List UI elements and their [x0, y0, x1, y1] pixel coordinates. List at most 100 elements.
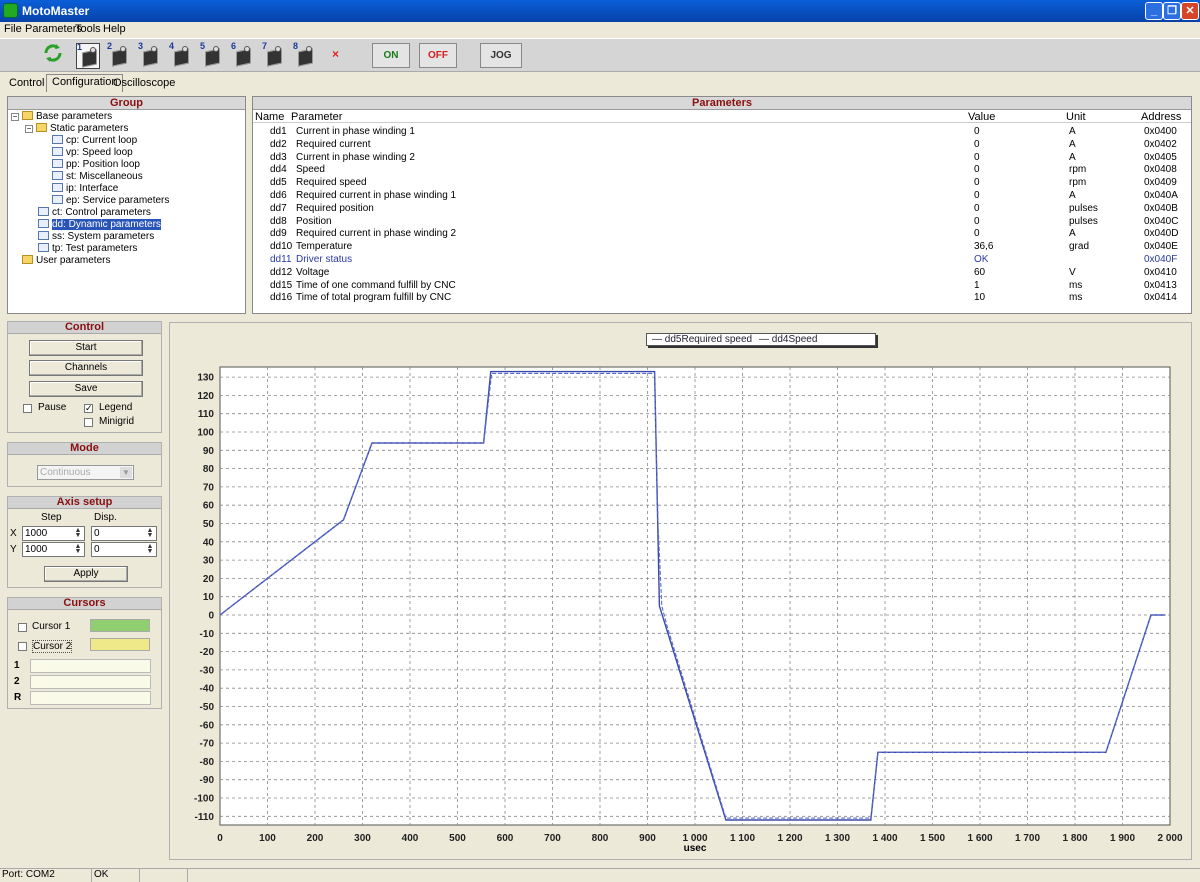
- cell-address: 0x040B: [1144, 202, 1178, 214]
- step-label: Step: [41, 512, 62, 523]
- col-address[interactable]: Address: [1141, 111, 1191, 123]
- title-bar: MotoMaster _ ❐ ✕: [0, 0, 1200, 22]
- y-step-input[interactable]: 1000 ▲ ▼: [22, 542, 85, 557]
- motor-7-button[interactable]: 7: [262, 41, 286, 69]
- pause-checkbox[interactable]: [23, 404, 32, 413]
- table-row[interactable]: dd6 Required current in phase winding 1 0 A…: [253, 190, 1191, 203]
- off-button[interactable]: OFF: [419, 43, 457, 68]
- col-name[interactable]: Name: [255, 111, 291, 123]
- close-button[interactable]: ✕: [1181, 2, 1199, 20]
- legend-checkbox[interactable]: ✓: [84, 404, 93, 413]
- cell-name: dd11: [270, 254, 292, 265]
- tree-item-user[interactable]: User parameters: [22, 255, 110, 267]
- tab-oscilloscope[interactable]: Oscilloscope: [108, 76, 180, 92]
- tree-item-ep[interactable]: ep: Service parameters: [52, 195, 169, 207]
- cursor-row-r-label: R: [14, 692, 22, 703]
- cell-value: 0: [974, 126, 980, 137]
- apply-button[interactable]: Apply: [44, 566, 128, 582]
- parameters-panel: Parameters Name Parameter Value Unit Add…: [252, 96, 1192, 314]
- menu-bar: File Parameters Tools Help: [0, 22, 1200, 38]
- table-row[interactable]: dd5 Required speed 0 rpm 0x0409: [253, 177, 1191, 190]
- spin-icon[interactable]: ▲ ▼: [73, 543, 83, 555]
- table-row[interactable]: dd8 Position 0 pulses 0x040C: [253, 216, 1191, 229]
- table-row[interactable]: dd11 Driver status OK 0x040F: [253, 254, 1191, 267]
- collapse-icon[interactable]: −: [25, 125, 33, 133]
- spin-icon[interactable]: ▲ ▼: [73, 527, 83, 539]
- y-disp-input[interactable]: 0 ▲ ▼: [91, 542, 157, 557]
- table-row[interactable]: dd15 Time of one command fulfill by CNC 1 m…: [253, 280, 1191, 293]
- table-row[interactable]: dd7 Required position 0 pulses 0x040B: [253, 203, 1191, 216]
- tree-item-vp[interactable]: vp: Speed loop: [52, 147, 133, 159]
- motor-2-button[interactable]: 2: [107, 41, 131, 69]
- maximize-button[interactable]: ❐: [1163, 2, 1181, 20]
- cell-unit: A: [1069, 228, 1076, 240]
- tree-item-ct[interactable]: ct: Control parameters: [38, 207, 151, 219]
- table-row[interactable]: dd4 Speed 0 rpm 0x0408: [253, 164, 1191, 177]
- cell-value: 60: [974, 266, 986, 278]
- tree-item-ss[interactable]: ss: System parameters: [38, 231, 154, 243]
- cell-value: 0: [974, 190, 980, 201]
- legend-item-speed: — dd4Speed: [759, 334, 818, 345]
- motor-6-button[interactable]: 6: [231, 41, 255, 69]
- jog-button[interactable]: JOG: [480, 43, 522, 68]
- on-button[interactable]: ON: [372, 43, 410, 68]
- menu-help[interactable]: Help: [103, 23, 126, 35]
- save-button[interactable]: Save: [29, 381, 143, 397]
- toolbar: 1 2 3 4 5 6 7 8 × ON OFF JOG: [0, 38, 1200, 72]
- motor-3-button[interactable]: 3: [138, 41, 162, 69]
- cursor2-color[interactable]: [90, 638, 150, 651]
- table-row[interactable]: dd3 Current in phase winding 2 0 A 0x0405: [253, 152, 1191, 165]
- menu-parameters[interactable]: Parameters: [25, 23, 82, 35]
- cell-param: Time of one command fulfill by CNC: [296, 279, 456, 291]
- motor-8-button[interactable]: 8: [293, 41, 317, 69]
- tree-item-base[interactable]: Base parameters: [22, 111, 112, 123]
- motor-1-button[interactable]: 1: [76, 42, 100, 69]
- tree-item-static[interactable]: Static parameters: [36, 123, 128, 135]
- mode-select[interactable]: Continuous ▼: [37, 465, 134, 480]
- cell-name: dd16: [270, 292, 293, 304]
- cell-name: dd15: [270, 279, 293, 291]
- oscilloscope-chart-area: [169, 322, 1192, 860]
- status-bar: Port: COM2 OK: [0, 868, 1200, 882]
- motor-5-button[interactable]: 5: [200, 41, 224, 69]
- tree-item-cp[interactable]: cp: Current loop: [52, 135, 137, 147]
- cursor1-checkbox[interactable]: [18, 623, 27, 632]
- collapse-icon[interactable]: −: [11, 113, 19, 121]
- table-row[interactable]: dd10 Temperature 36,6 grad 0x040E: [253, 241, 1191, 254]
- tree-item-tp[interactable]: tp: Test parameters: [38, 243, 137, 255]
- tree-item-ip[interactable]: ip: Interface: [52, 183, 118, 195]
- spin-icon[interactable]: ▲ ▼: [145, 527, 155, 539]
- cursor2-checkbox[interactable]: [18, 642, 27, 651]
- channels-button[interactable]: Channels: [29, 360, 143, 376]
- x-disp-input[interactable]: 0 ▲ ▼: [91, 526, 157, 541]
- tree-item-st[interactable]: st: Miscellaneous: [52, 171, 143, 183]
- cursor1-color[interactable]: [90, 619, 150, 632]
- motor-4-button[interactable]: 4: [169, 41, 193, 69]
- cell-value: 1: [974, 279, 980, 291]
- cell-name: dd8: [270, 215, 287, 227]
- axis-setup-group: Axis setup Step Disp. X 1000 ▲ ▼ 0 ▲ ▼ Y 100…: [7, 496, 162, 588]
- menu-file[interactable]: File: [4, 23, 22, 35]
- refresh-icon[interactable]: [42, 42, 68, 68]
- tree-item-pp[interactable]: pp: Position loop: [52, 159, 140, 171]
- cursor1-label: Cursor 1: [32, 621, 71, 632]
- table-row[interactable]: dd2 Required current 0 A 0x0402: [253, 139, 1191, 152]
- minimize-button[interactable]: _: [1145, 2, 1163, 20]
- table-row[interactable]: dd1 Current in phase winding 1 0 A 0x0400: [253, 126, 1191, 139]
- tab-control[interactable]: Control: [4, 76, 49, 92]
- menu-tools[interactable]: Tools: [75, 23, 101, 35]
- table-row[interactable]: dd16 Time of total program fulfill by CNC…: [253, 292, 1191, 305]
- table-row[interactable]: dd12 Voltage 60 V 0x0410: [253, 267, 1191, 280]
- cell-name: dd12: [270, 266, 293, 278]
- tree-item-dd[interactable]: dd: Dynamic parameters: [38, 219, 161, 231]
- start-button[interactable]: Start: [29, 340, 143, 356]
- table-row[interactable]: dd9 Required current in phase winding 2 0 A…: [253, 228, 1191, 241]
- col-unit[interactable]: Unit: [1066, 111, 1141, 123]
- minigrid-checkbox[interactable]: [84, 418, 93, 427]
- col-parameter[interactable]: Parameter: [291, 111, 968, 123]
- x-step-input[interactable]: 1000 ▲ ▼: [22, 526, 85, 541]
- cell-name: dd2: [270, 138, 287, 150]
- col-value[interactable]: Value: [968, 111, 1066, 123]
- spin-icon[interactable]: ▲ ▼: [145, 543, 155, 555]
- disconnect-icon[interactable]: ×: [332, 47, 339, 61]
